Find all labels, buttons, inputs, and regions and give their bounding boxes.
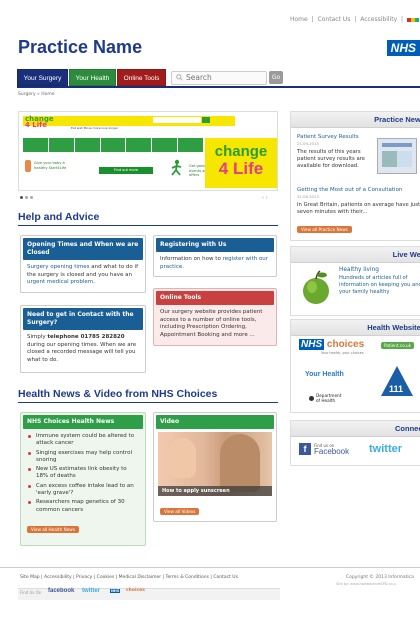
live-well-title: Live Well bbox=[291, 247, 420, 263]
connect-title: Connect bbox=[291, 421, 420, 437]
view-all-videos-button[interactable]: View all Videos bbox=[160, 508, 200, 515]
footer-find-on: Find Us On bbox=[20, 590, 42, 595]
news-item[interactable]: Can excess coffee intake lead to an 'ear… bbox=[27, 483, 139, 498]
health-news-box: NHS Choices Health News Immune system co… bbox=[20, 412, 146, 546]
banner-menu-grid bbox=[23, 138, 203, 152]
online-tools-box: Online Tools Our surgery website provide… bbox=[153, 288, 277, 346]
contact-box: Need to get in Contact with the Surgery?… bbox=[20, 305, 146, 373]
registering-box: Registering with Us Information on how t… bbox=[153, 235, 277, 277]
footer-choices-link[interactable]: choices bbox=[126, 588, 145, 593]
facebook-icon: f bbox=[299, 443, 311, 455]
baby-icon bbox=[25, 160, 31, 172]
footer-links[interactable]: Site Map | Accessibility | Privacy | Coo… bbox=[20, 575, 238, 580]
page: Home | Contact Us | Accessibility | Prac… bbox=[0, 0, 420, 632]
change4life-big-logo: change 4 Life bbox=[205, 138, 277, 188]
footer-site-by[interactable]: Site by: www.howtobenetSPD.co.u bbox=[336, 582, 396, 586]
tab-your-surgery[interactable]: Your Surgery bbox=[17, 69, 68, 86]
find-out-more-button[interactable]: Find out more bbox=[99, 167, 153, 174]
top-links: Home | Contact Us | Accessibility | bbox=[289, 16, 420, 23]
news-item[interactable]: Singing exercises may help control snori… bbox=[27, 450, 139, 465]
main-nav: Your Surgery Your Health Online Tools Go bbox=[17, 69, 283, 86]
view-all-health-news-button[interactable]: View all Health News bbox=[27, 525, 79, 533]
child-figure bbox=[168, 438, 196, 478]
accessibility-link[interactable]: Accessibility bbox=[360, 16, 397, 23]
crest-icon bbox=[309, 395, 314, 401]
opening-times-link[interactable]: Surgery opening times bbox=[27, 264, 90, 270]
practice-news-panel: Practice News Patient Survey Results 21.… bbox=[290, 111, 420, 241]
video-caption: How to apply sunscreen bbox=[158, 486, 272, 496]
consultation-date: 31.08.2013 bbox=[297, 194, 319, 199]
twitter-link[interactable]: twitter bbox=[369, 443, 402, 455]
health-websites-title: Health Websites bbox=[291, 320, 420, 336]
patient-survey-title[interactable]: Patient Survey Results bbox=[297, 134, 359, 140]
footer-nhs-logo[interactable]: NHS bbox=[110, 589, 121, 593]
view-all-practice-news-button[interactable]: View all Practice News bbox=[297, 226, 352, 233]
your-health-logo[interactable]: Your Health bbox=[305, 371, 344, 378]
news-item[interactable]: New US estimates link obesity to 18% of … bbox=[27, 466, 139, 481]
consultation-text: In Great Britain, patients on average ha… bbox=[297, 202, 420, 215]
banner-search-input[interactable] bbox=[153, 117, 201, 123]
survey-thumbnail[interactable] bbox=[377, 138, 417, 174]
patient-logo[interactable]: Patient.co.uk bbox=[381, 342, 415, 349]
banner-search-go[interactable] bbox=[202, 117, 210, 123]
practice-news-title: Practice News bbox=[291, 112, 420, 128]
video-thumbnail[interactable]: How to apply sunscreen bbox=[158, 432, 272, 496]
search-icon bbox=[176, 74, 183, 81]
change4life-small-logo: change 4 Life bbox=[25, 115, 54, 129]
video-box: Video How to apply sunscreen View all Vi… bbox=[153, 412, 277, 522]
contact-us-link[interactable]: Contact Us bbox=[318, 16, 351, 23]
patient-survey-text: The results of this years patient survey… bbox=[297, 149, 366, 169]
tab-online-tools[interactable]: Online Tools bbox=[117, 69, 166, 86]
department-of-health-logo[interactable]: Department of Health bbox=[309, 393, 346, 403]
practice-name[interactable]: Practice Name bbox=[18, 37, 142, 58]
carousel-arrows[interactable]: ‹ › bbox=[262, 195, 268, 201]
call-111-number: 111 bbox=[389, 384, 404, 394]
video-title[interactable]: Video bbox=[156, 415, 274, 429]
start4life-promo[interactable]: Give your baby a healthy Start4Life bbox=[34, 161, 74, 170]
home-link[interactable]: Home bbox=[290, 16, 308, 23]
news-item[interactable]: Immune system could be altered to attack… bbox=[27, 433, 139, 448]
online-tools-title[interactable]: Online Tools bbox=[156, 291, 274, 305]
help-and-advice-heading: Help and Advice bbox=[18, 211, 100, 223]
contact-title[interactable]: Need to get in Contact with the Surgery? bbox=[23, 308, 143, 330]
footer-twitter-link[interactable]: twitter bbox=[82, 588, 100, 594]
health-news-title[interactable]: NHS Choices Health News bbox=[23, 415, 143, 429]
banner-links[interactable]: Eat well Move more Live longer bbox=[71, 126, 118, 130]
search-box bbox=[171, 70, 267, 85]
health-websites-panel: Health Websites NHS choices Your health,… bbox=[290, 319, 420, 413]
urgent-problem-link[interactable]: urgent medical problem bbox=[27, 279, 93, 285]
opening-times-box: Opening Times and When we are Closed Sur… bbox=[20, 235, 146, 293]
nav-underline bbox=[17, 86, 420, 88]
patient-survey-date: 21.09.2013 bbox=[297, 141, 319, 146]
health-news-heading: Health News & Video from NHS Choices bbox=[18, 388, 218, 400]
opening-times-title[interactable]: Opening Times and When we are Closed bbox=[23, 238, 143, 260]
nhs-choices-logo[interactable]: NHS choices bbox=[299, 339, 364, 350]
language-flags-icon[interactable] bbox=[407, 17, 419, 22]
news-item[interactable]: Researchers map genetics of 30 common ca… bbox=[27, 499, 139, 514]
news-list: Immune system could be altered to attack… bbox=[23, 429, 143, 514]
facebook-link[interactable]: f Find us on Facebook bbox=[299, 443, 349, 456]
footer-copyright: Copyright © 2013 Informatica bbox=[346, 575, 414, 580]
tab-your-health[interactable]: Your Health bbox=[69, 69, 116, 86]
running-figure-icon bbox=[171, 159, 182, 176]
registering-title[interactable]: Registering with Us bbox=[156, 238, 274, 252]
breadcrumb[interactable]: Surgery » Home bbox=[18, 92, 55, 97]
healthy-living-text: Hundreds of articles full of information… bbox=[339, 275, 420, 295]
connect-panel: Connect f Find us on Facebook twitter bbox=[290, 420, 420, 466]
search-input[interactable] bbox=[186, 73, 256, 82]
adult-figure bbox=[220, 434, 260, 492]
search-go-button[interactable]: Go bbox=[269, 71, 283, 84]
live-well-panel: Live Well Healthy living Hundreds of art… bbox=[290, 246, 420, 316]
healthy-living-link[interactable]: Healthy living bbox=[339, 267, 379, 273]
change4life-banner[interactable]: change 4 Life Eat well Move more Live lon… bbox=[18, 111, 278, 191]
nhs-choices-tagline: Your health, your choices bbox=[321, 351, 364, 355]
carousel-dots[interactable] bbox=[20, 196, 33, 199]
footer-facebook-link[interactable]: facebook bbox=[48, 588, 74, 594]
consultation-title[interactable]: Getting the Most out of a Consultation bbox=[297, 187, 402, 193]
apple-icon bbox=[303, 270, 329, 304]
nhs-logo: NHS bbox=[386, 40, 420, 56]
